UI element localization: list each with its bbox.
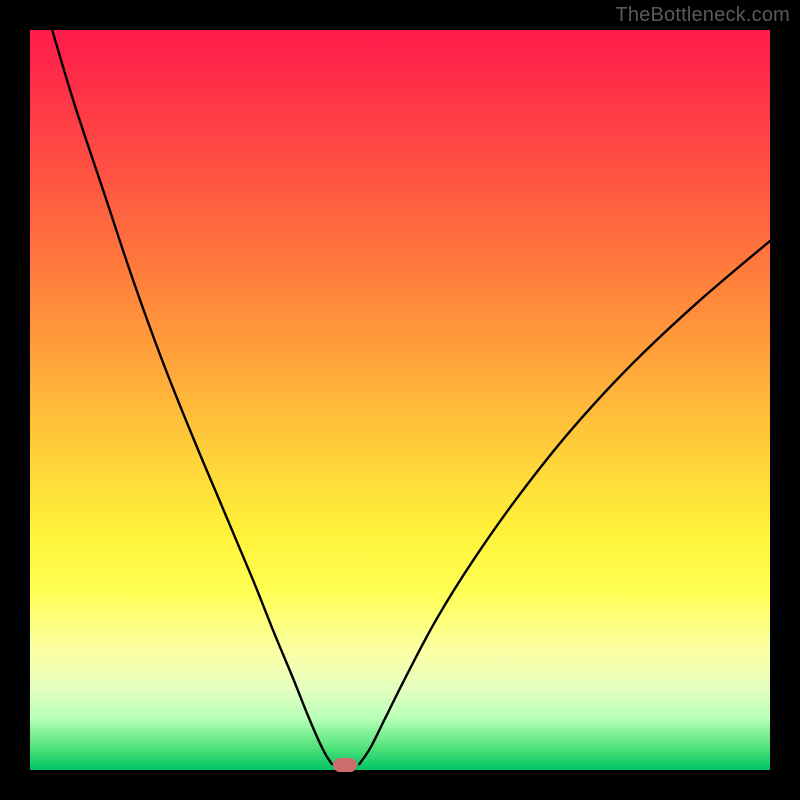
watermark-text: TheBottleneck.com xyxy=(615,4,790,27)
curve-left-branch xyxy=(52,30,332,764)
curve-right-branch xyxy=(359,241,770,764)
bottleneck-curve xyxy=(30,30,770,770)
minimum-marker xyxy=(333,758,357,772)
plot-area xyxy=(30,30,770,770)
chart-frame: TheBottleneck.com xyxy=(0,0,800,800)
